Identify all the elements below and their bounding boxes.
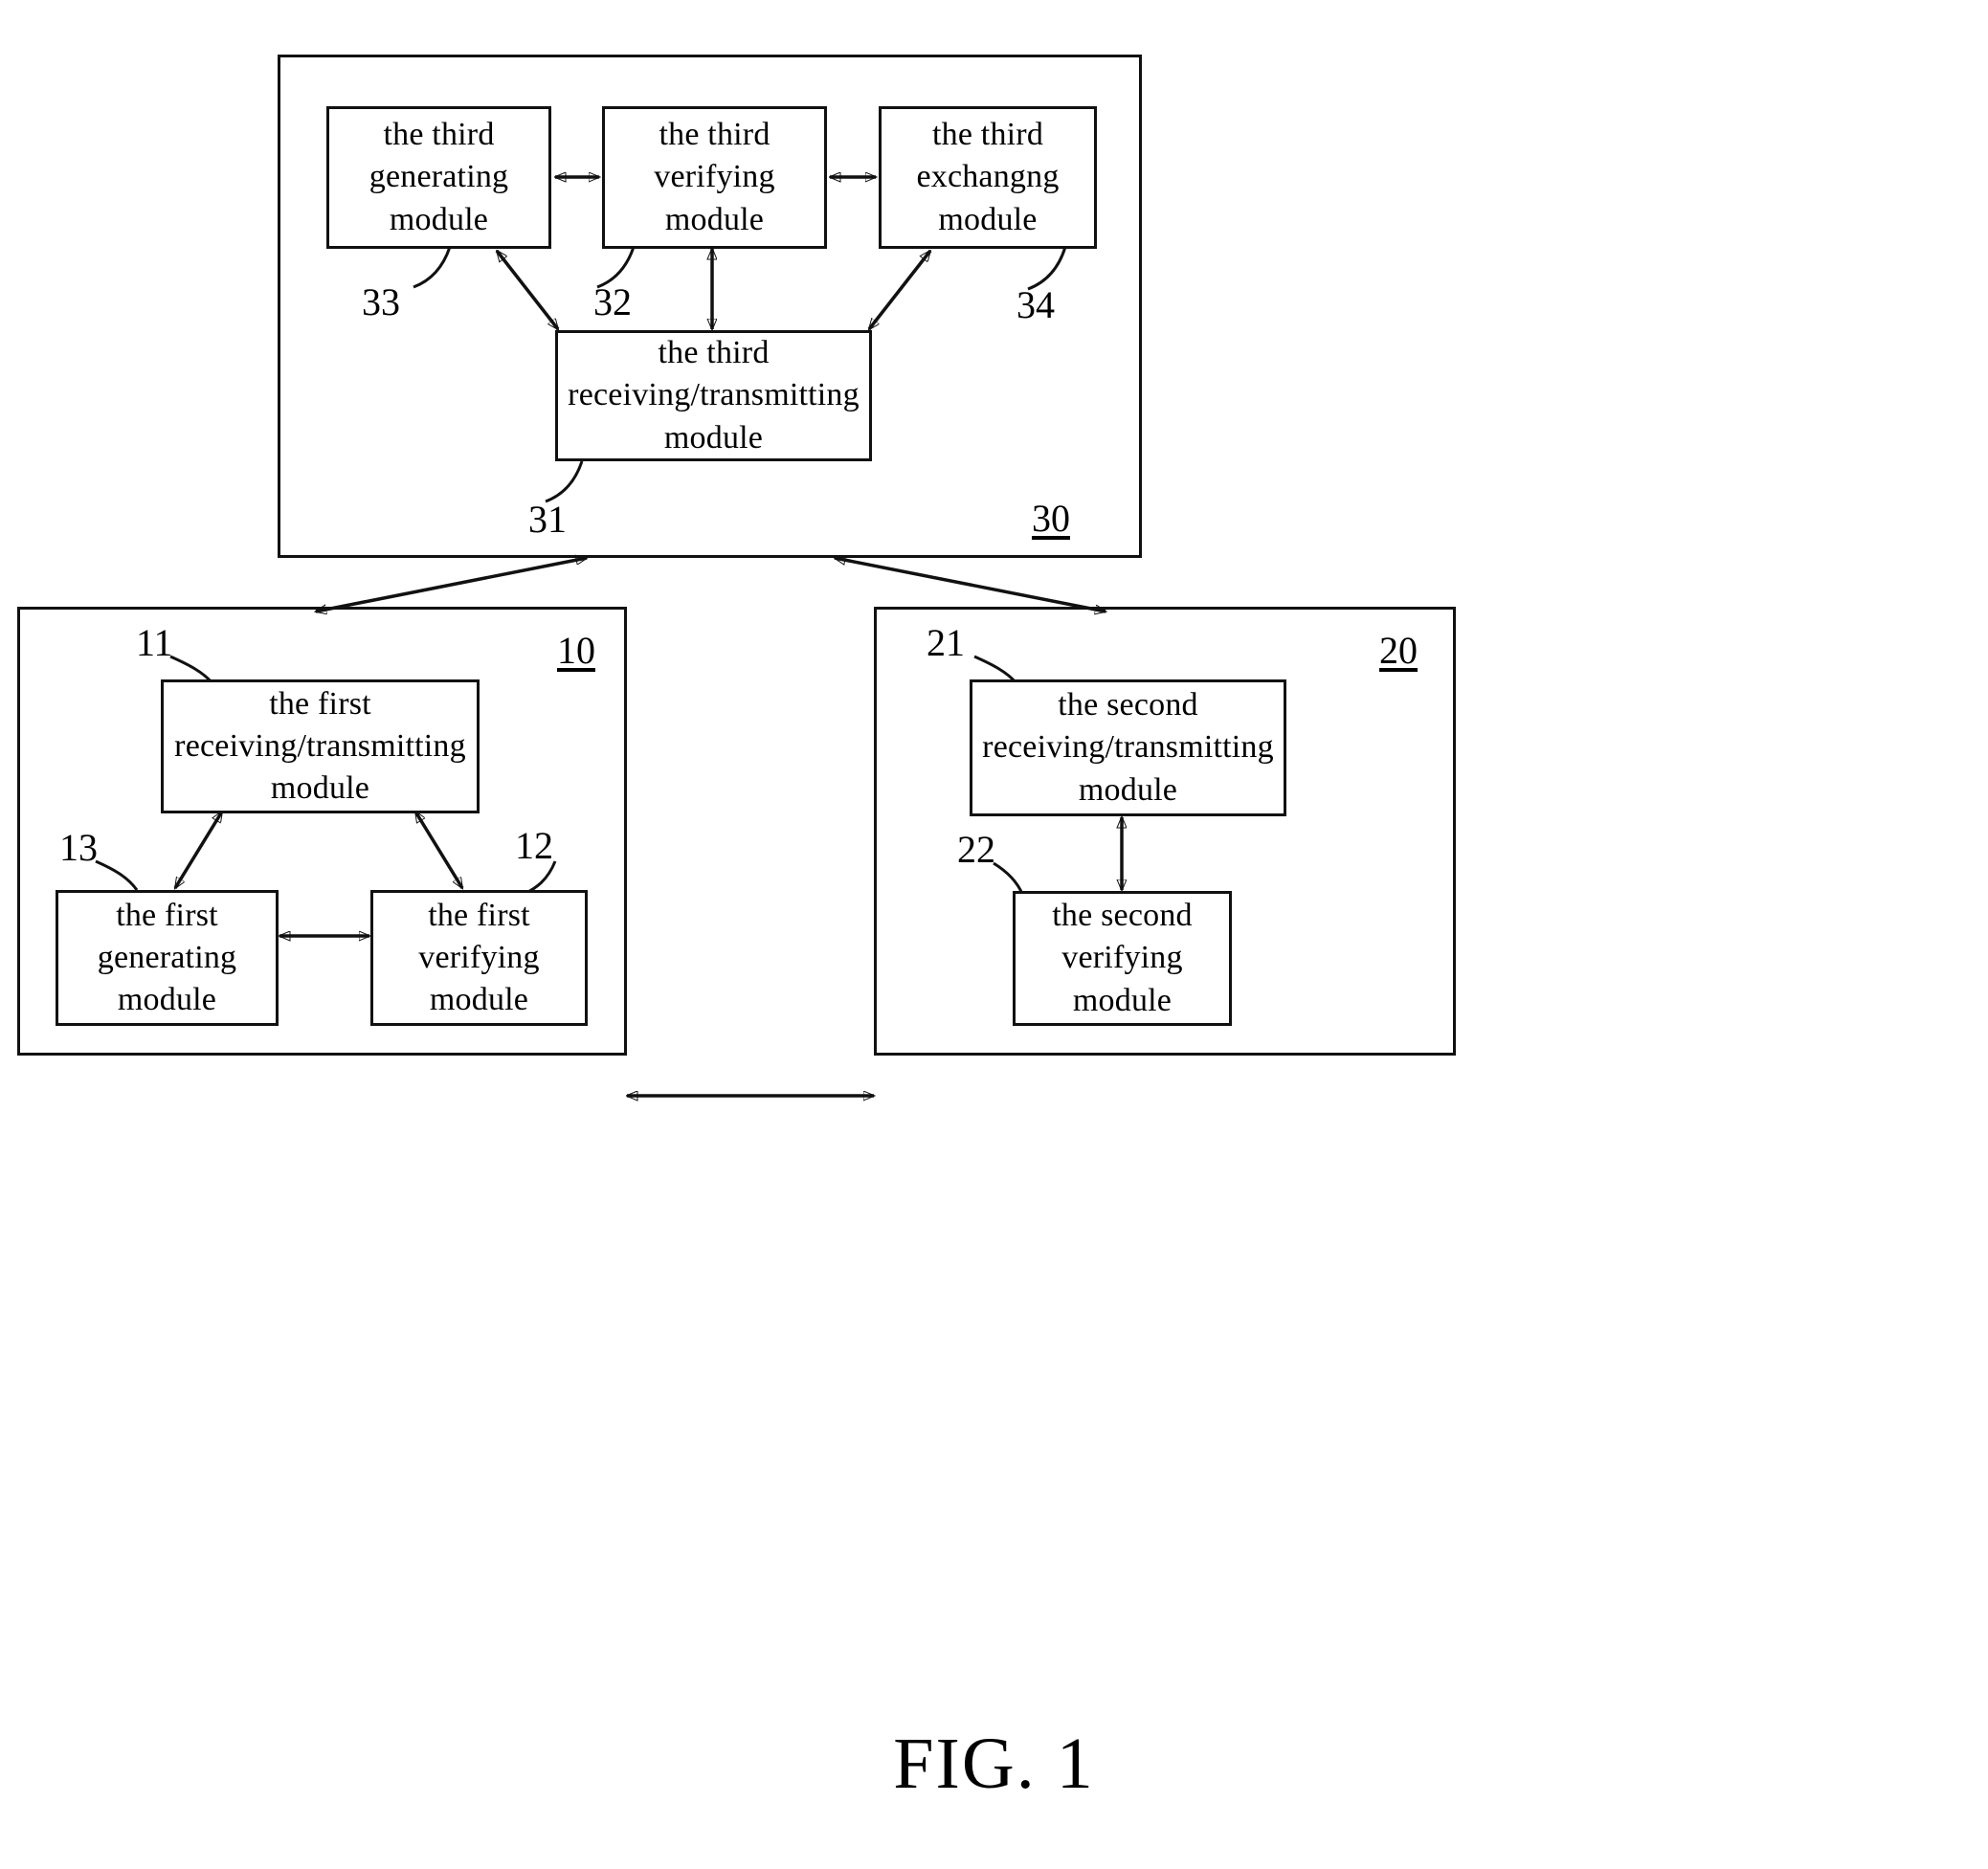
ref-numeral-32: 32: [593, 280, 632, 323]
module-line: module: [389, 201, 489, 237]
module-line: receiving/transmitting: [568, 377, 860, 413]
module-line: the third: [383, 117, 495, 153]
module-line: module: [270, 770, 370, 807]
ref-numeral-20: 20: [1379, 629, 1418, 672]
module-line: module: [429, 982, 529, 1018]
module-line: the third: [931, 117, 1044, 153]
module-third-verifying[interactable]: the third verifying module: [602, 106, 827, 249]
module-line: generating: [369, 159, 509, 195]
ref-numeral-13: 13: [59, 826, 98, 869]
module-third-receiving-transmitting[interactable]: the third receiving/transmitting module: [555, 330, 872, 461]
module-second-verifying[interactable]: the second verifying module: [1013, 891, 1232, 1026]
module-line: generating: [97, 939, 237, 975]
module-line: exchangng: [916, 159, 1060, 195]
ref-numeral-34: 34: [1016, 283, 1055, 326]
ref-numeral-31: 31: [528, 498, 567, 541]
module-line: module: [938, 201, 1038, 237]
ref-numeral-30: 30: [1032, 497, 1070, 540]
module-line: verifying: [654, 159, 775, 195]
module-line: the first: [269, 685, 371, 722]
figure-canvas: the third generating module the third ve…: [0, 0, 1988, 1869]
module-line: the first: [428, 897, 530, 933]
module-first-verifying[interactable]: the first verifying module: [370, 890, 588, 1026]
module-line: receiving/transmitting: [982, 729, 1274, 766]
module-first-receiving-transmitting[interactable]: the first receiving/transmitting module: [161, 679, 480, 813]
arrow-group30-to-group20: [835, 558, 1106, 612]
ref-numeral-12: 12: [515, 824, 553, 867]
module-third-generating[interactable]: the third generating module: [326, 106, 551, 249]
module-third-exchanging[interactable]: the third exchangng module: [879, 106, 1097, 249]
module-first-generating[interactable]: the first generating module: [56, 890, 279, 1026]
module-line: module: [664, 201, 765, 237]
module-line: the third: [658, 335, 770, 371]
ref-numeral-10: 10: [557, 629, 595, 672]
module-line: receiving/transmitting: [174, 727, 466, 764]
module-line: the second: [1058, 687, 1198, 723]
module-line: the third: [659, 117, 771, 153]
arrow-group30-to-group10: [316, 558, 587, 612]
module-line: verifying: [418, 939, 540, 975]
ref-numeral-33: 33: [362, 280, 400, 323]
module-line: module: [1078, 771, 1178, 808]
ref-numeral-11: 11: [136, 621, 173, 664]
ref-numeral-21: 21: [927, 621, 965, 664]
ref-numeral-22: 22: [957, 828, 995, 871]
module-second-receiving-transmitting[interactable]: the second receiving/transmitting module: [970, 679, 1286, 816]
figure-caption: FIG. 1: [893, 1724, 1095, 1804]
module-line: verifying: [1061, 940, 1183, 976]
module-line: module: [1072, 982, 1173, 1018]
module-line: module: [117, 982, 217, 1018]
module-line: the first: [116, 897, 218, 933]
module-line: module: [663, 419, 764, 456]
module-line: the second: [1052, 898, 1193, 934]
